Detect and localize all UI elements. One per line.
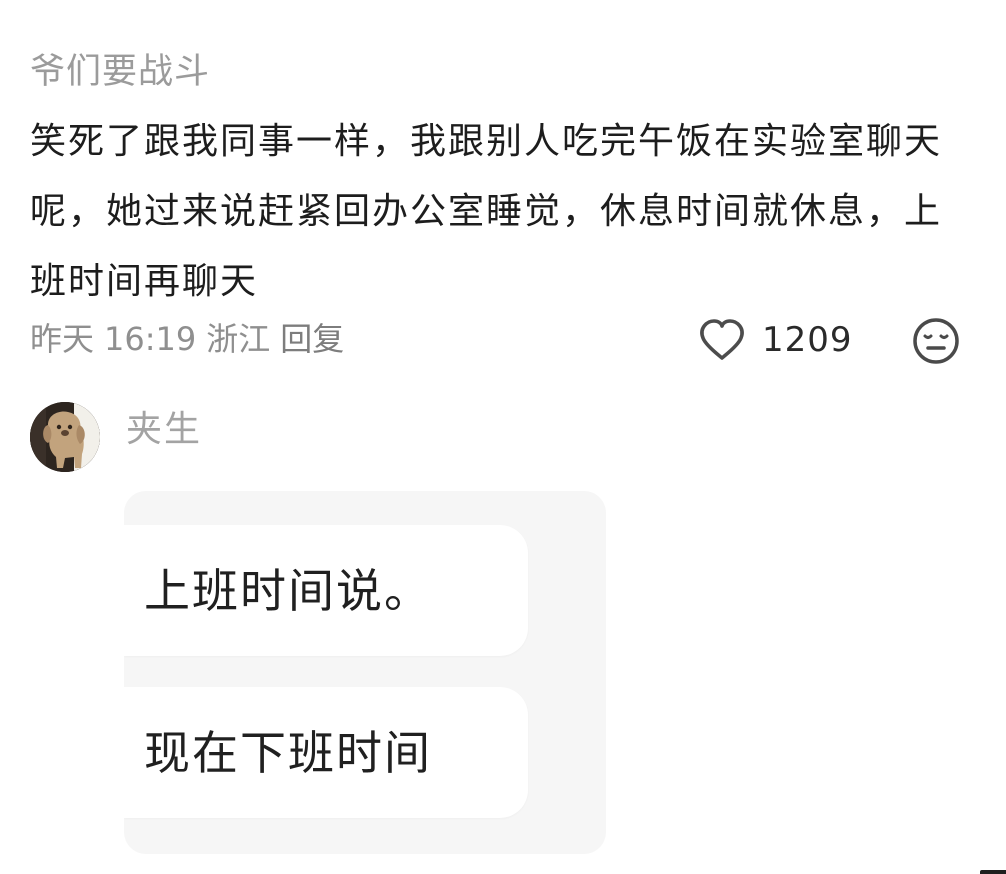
neutral-face-icon	[913, 318, 959, 364]
dog-avatar[interactable]	[30, 402, 100, 472]
comment-meta: 昨天 16:19 浙江 回复	[30, 316, 354, 362]
dog-photo-icon	[30, 402, 100, 472]
chat-bubble: 上班时间说。	[124, 525, 528, 656]
chat-message: 现在下班时间	[144, 726, 432, 780]
comment-time: 16:19	[104, 320, 197, 358]
like-button[interactable]: 1209	[698, 310, 853, 370]
reply-button[interactable]: 回复	[280, 320, 344, 358]
reply-item: 夹生 上班时间说。 现在下班时间	[30, 402, 610, 854]
reply-author-name[interactable]: 夹生	[126, 404, 202, 456]
comment-item: 爷们要战斗 笑死了跟我同事一样，我跟别人吃完午饭在实验室聊天呢，她过来说赶紧回办…	[30, 44, 980, 317]
comment-date: 昨天	[30, 320, 95, 358]
like-count: 1209	[762, 320, 853, 360]
comment-author-name[interactable]: 爷们要战斗	[30, 44, 980, 100]
comment-body: 笑死了跟我同事一样，我跟别人吃完午饭在实验室聊天呢，她过来说赶紧回办公室睡觉，休…	[30, 121, 943, 302]
emoji-reaction-button[interactable]	[910, 315, 962, 367]
chat-bubble: 现在下班时间	[124, 687, 528, 818]
cropped-edge-mark	[980, 870, 1006, 874]
comment-meta-row: 昨天 16:19 浙江 回复 1209	[30, 310, 970, 370]
comment-location: 浙江	[206, 320, 271, 358]
chat-screenshot-image[interactable]: 上班时间说。 现在下班时间	[124, 491, 606, 854]
heart-icon	[700, 319, 744, 360]
chat-message: 上班时间说。	[144, 564, 432, 618]
